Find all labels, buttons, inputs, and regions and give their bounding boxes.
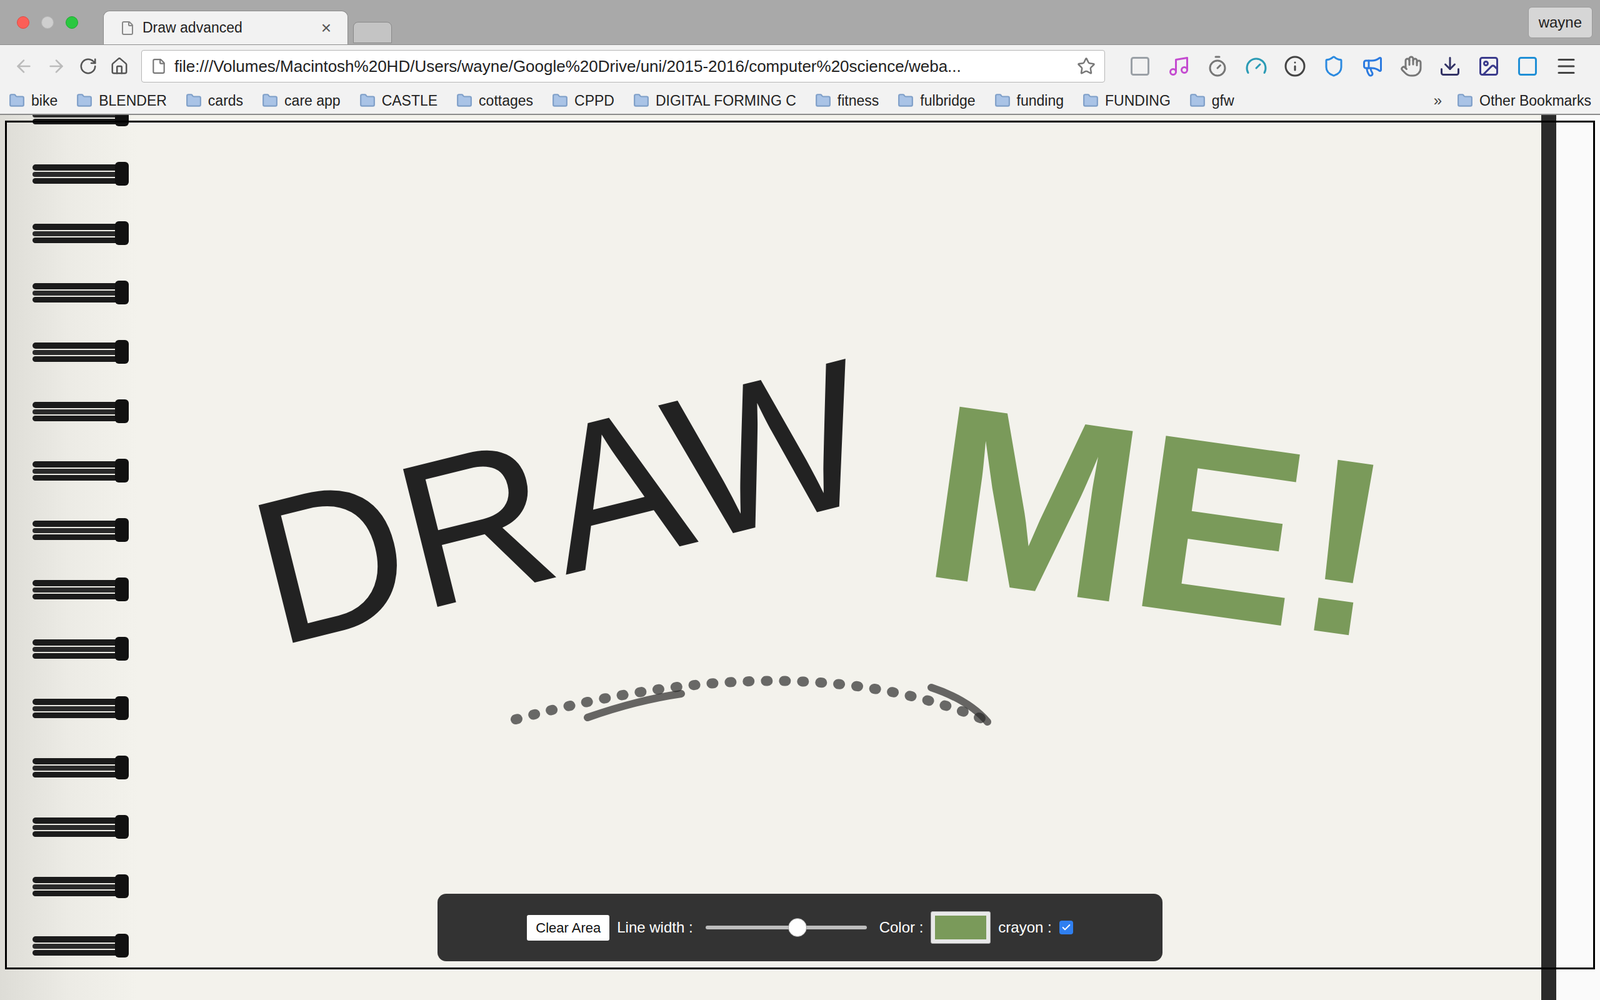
spiral-ring [32,399,127,424]
timer-icon[interactable] [1206,55,1229,78]
spiral-binding [0,115,138,1000]
bookmark-folder[interactable]: gfw [1189,90,1235,112]
other-bookmarks[interactable]: Other Bookmarks [1456,90,1592,112]
spiral-ring [32,755,127,780]
minimize-window-button[interactable] [41,16,54,29]
shield-icon[interactable] [1322,55,1345,78]
slider-thumb[interactable] [788,918,807,937]
spiral-ring [32,696,127,720]
spiral-ring [32,458,127,483]
bookmark-folder[interactable]: fulbridge [897,90,975,112]
tab-close-button[interactable]: × [321,19,332,37]
bookmark-folder[interactable]: DIGITAL FORMING C [633,90,797,112]
download-icon[interactable] [1438,55,1462,78]
bookmark-folder[interactable]: fitness [815,90,879,112]
linkedin-icon[interactable] [1128,55,1152,78]
drawn-word: ME! [913,365,1403,677]
spiral-ring [32,874,127,899]
folder-icon [1189,92,1206,109]
folder-icon [815,92,832,109]
s-logo-icon[interactable] [1516,55,1539,78]
bookmarks-overflow[interactable]: » [1433,89,1442,112]
new-tab-button[interactable] [353,21,392,44]
spiral-ring [32,577,127,602]
folder-icon [633,92,650,109]
bookmark-folder[interactable]: cottages [456,90,534,112]
folder-icon [185,92,202,109]
line-width-slider[interactable] [705,918,867,937]
spiral-ring [32,280,127,305]
spiral-ring [32,933,127,958]
spiral-ring [32,815,127,839]
bookmark-folder[interactable]: CPPD [551,90,615,112]
drawn-word: DRAW [234,326,889,678]
spiral-ring [32,161,127,186]
folder-icon [261,92,279,109]
bookmark-folder[interactable]: FUNDING [1082,90,1171,112]
bookmark-folder[interactable]: cards [185,90,244,112]
address-text: file:///Volumes/Macintosh%20HD/Users/way… [174,54,1070,79]
clear-area-button[interactable]: Clear Area [526,915,610,941]
folder-icon [456,92,473,109]
tab-strip: Draw advanced × wayne [0,0,1600,45]
tab-title: Draw advanced [142,16,314,39]
color-swatch[interactable] [930,911,991,944]
folder-icon [897,92,914,109]
back-icon[interactable] [13,56,34,77]
bookmark-star-icon[interactable] [1076,56,1096,76]
crayon-label: crayon : [998,916,1052,939]
address-bar[interactable]: file:///Volumes/Macintosh%20HD/Users/way… [141,50,1105,83]
folder-icon [1082,92,1099,109]
crayon-stroke [0,115,1600,1000]
spiral-ring [32,518,127,542]
megaphone-icon[interactable] [1361,55,1384,78]
hand-icon[interactable] [1400,55,1423,78]
controls-panel: Clear Area Line width : Color : crayon : [437,893,1163,962]
color-label: Color : [879,916,924,939]
drawing-page: DRAWME! Clear Area Line width : Color : cray… [0,115,1600,1000]
toolbar: file:///Volumes/Macintosh%20HD/Users/way… [0,45,1600,88]
bookmark-folder[interactable]: BLENDER [76,90,167,112]
folder-icon [551,92,569,109]
line-width-label: Line width : [616,916,693,939]
check-icon [1061,922,1072,933]
spiral-ring [32,340,127,364]
home-icon[interactable] [110,56,129,76]
bookmark-folder[interactable]: funding [994,90,1064,112]
folder-icon [76,92,93,109]
spiral-ring [32,221,127,245]
reload-icon[interactable] [78,56,98,76]
folder-icon [1456,92,1474,109]
file-icon [150,58,167,75]
bookmarks-bar: bike BLENDER cards care app CASTLE cottages CP… [0,87,1600,115]
image-icon[interactable] [1477,55,1500,78]
browser-window: Draw advanced × wayne file:///Volumes/Macin… [0,0,1600,1000]
menu-icon[interactable] [1555,55,1578,78]
gauge-icon[interactable] [1245,55,1268,78]
folder-icon [994,92,1011,109]
extensions [1128,55,1578,78]
window-controls [0,16,104,29]
bookmark-folder[interactable]: CASTLE [359,90,438,112]
info-icon[interactable] [1283,55,1307,78]
profile-button[interactable]: wayne [1528,6,1593,39]
folder-icon [359,92,376,109]
page-icon [120,20,135,36]
notebook-edge [1541,115,1557,1000]
bookmark-folder[interactable]: care app [261,90,341,112]
browser-tab[interactable]: Draw advanced × [103,10,349,45]
folder-icon [8,92,25,109]
spiral-ring [32,636,127,661]
bookmark-folder[interactable]: bike [8,90,58,112]
maximize-window-button[interactable] [65,16,79,29]
close-window-button[interactable] [16,16,30,29]
music-icon[interactable] [1167,55,1190,78]
crayon-checkbox[interactable] [1059,920,1074,935]
forward-icon[interactable] [46,56,67,77]
